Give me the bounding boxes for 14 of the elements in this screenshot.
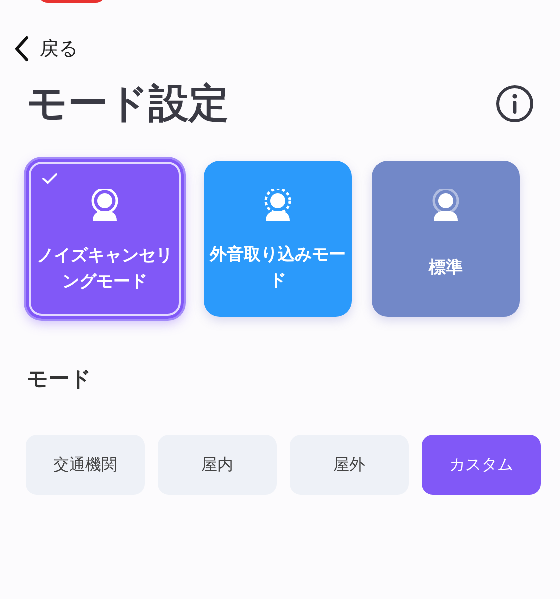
mode-chip[interactable]: 屋内: [158, 435, 277, 495]
mode-card[interactable]: ノイズキャンセリングモード: [26, 159, 184, 319]
page-title: モード設定: [27, 80, 229, 129]
mode-chip[interactable]: 屋外: [290, 435, 409, 495]
person-icon: [263, 189, 293, 221]
person-icon: [90, 189, 120, 221]
info-icon[interactable]: [496, 84, 534, 122]
mode-chip[interactable]: カスタム: [422, 435, 541, 495]
section-title: モード: [27, 366, 93, 393]
person-icon: [431, 189, 461, 221]
mode-chip[interactable]: 交通機関: [26, 435, 145, 495]
back-button[interactable]: 戻る: [14, 36, 78, 62]
check-icon: [42, 173, 58, 185]
chevron-left-icon: [14, 36, 30, 62]
